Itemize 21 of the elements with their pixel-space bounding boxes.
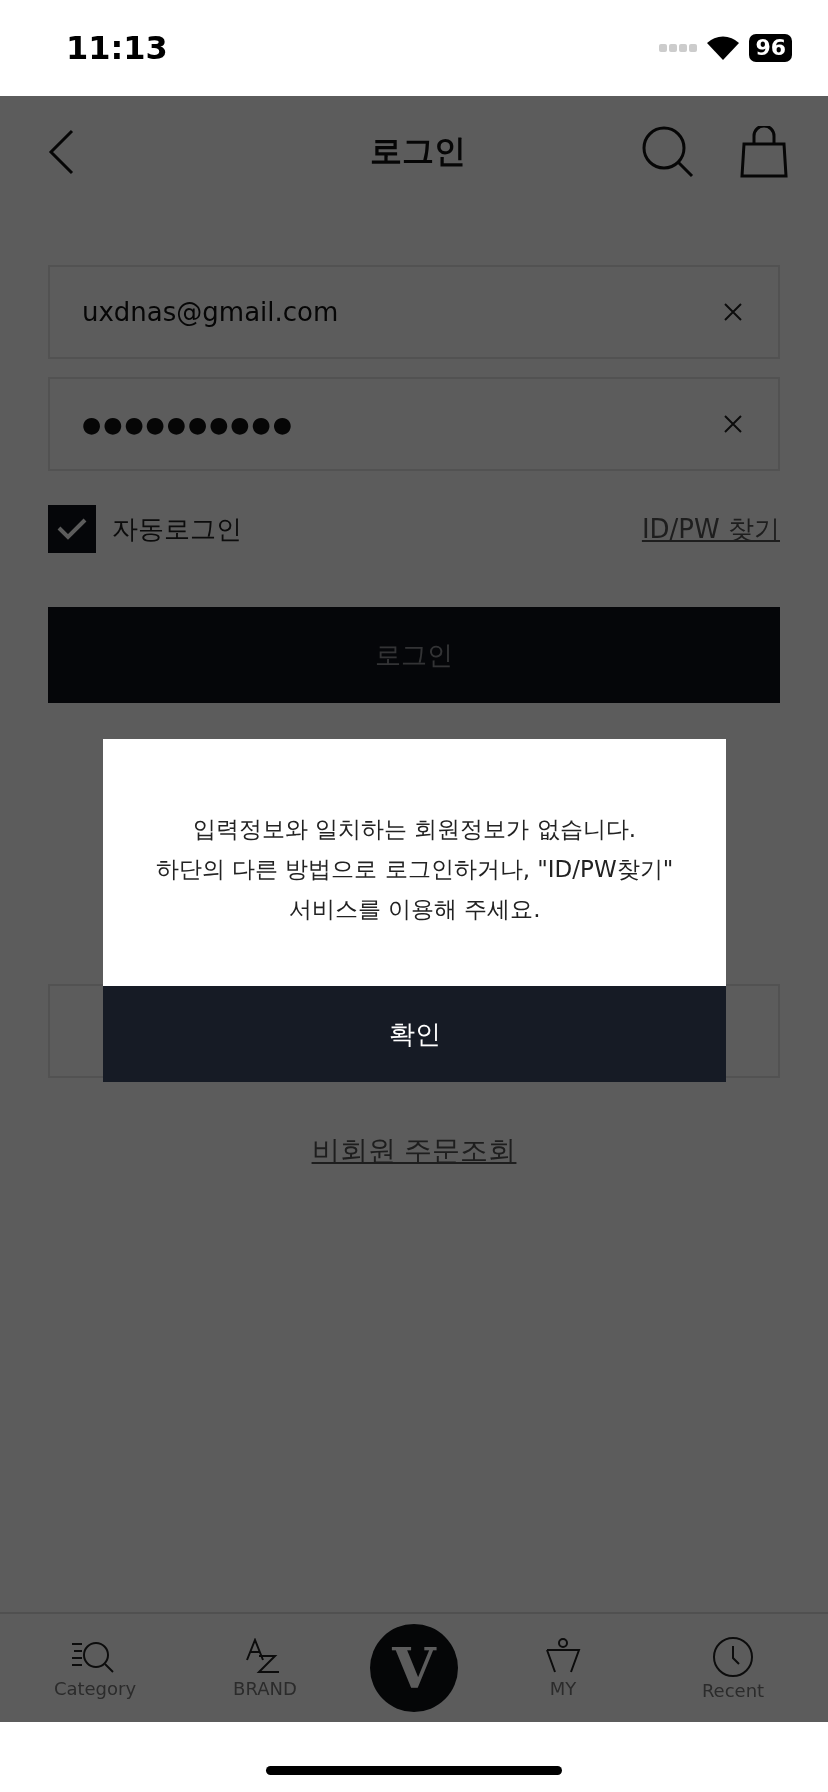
clear-icon[interactable] xyxy=(724,303,742,321)
auto-login-label: 자동로그인 xyxy=(112,512,242,546)
signal-icon xyxy=(659,43,698,53)
back-icon[interactable] xyxy=(48,129,74,175)
clock-icon xyxy=(712,1635,754,1678)
home-logo-button[interactable]: V xyxy=(370,1624,458,1712)
battery-level: 96 xyxy=(749,34,792,62)
email-field[interactable]: uxdnas@gmail.com xyxy=(48,265,780,359)
clear-icon[interactable] xyxy=(724,415,742,433)
confirm-button[interactable]: 확인 xyxy=(103,986,726,1082)
status-time: 11:13 xyxy=(66,29,168,67)
guest-order-link[interactable]: 비회원 주문조회 xyxy=(311,1132,517,1170)
find-id-password-link[interactable]: ID/PW 찾기 xyxy=(641,511,780,547)
search-icon[interactable] xyxy=(642,126,694,178)
alert-message: 입력정보와 일치하는 회원정보가 없습니다. 하단의 다른 방법으로 로그인하거나, "ID/PW찾기" 서비스를 이용해 주세요. xyxy=(154,814,675,924)
shopping-bag-icon[interactable] xyxy=(740,126,788,178)
password-field[interactable]: ●●●●●●●●●● xyxy=(48,377,780,471)
page-title: 로그인 xyxy=(370,131,466,172)
check-icon xyxy=(57,518,87,540)
auto-login-checkbox[interactable] xyxy=(48,505,96,553)
wifi-icon xyxy=(707,36,740,60)
